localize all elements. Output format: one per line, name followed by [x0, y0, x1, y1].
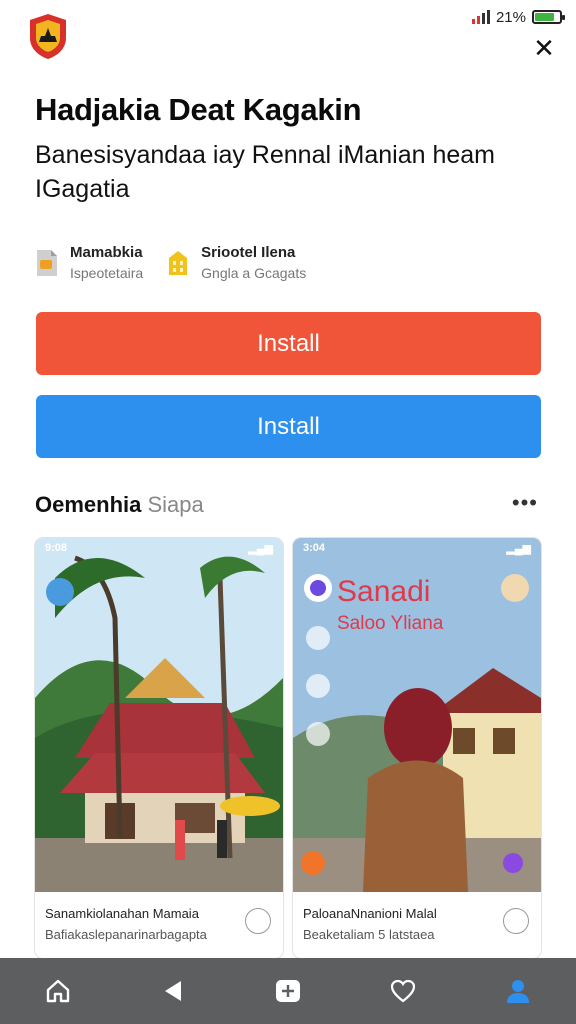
meta-sub: Ispeotetaira: [70, 265, 144, 281]
back-icon: [164, 981, 181, 1001]
section-title: Oemenhia Siapa: [35, 492, 204, 518]
nav-back[interactable]: [153, 971, 193, 1011]
meta-item-developer: Sriootel Ilena Gngla a Gcagats: [165, 244, 306, 281]
nav-home[interactable]: [38, 971, 78, 1011]
card-subtitle: Beaketaliam 5 latstaea: [303, 927, 435, 942]
mini-signal-icon: ▂▄▆: [506, 543, 531, 555]
mini-signal-icon: ▂▄▆: [248, 543, 273, 555]
screenshot-image: 3:04 ▂▄▆ Sanadi Saloo Yliana: [293, 538, 541, 892]
card-subtitle: Bafiakaslepanarinarbagapta: [45, 927, 207, 942]
home-icon: [46, 979, 69, 1003]
chat-icon[interactable]: [245, 908, 271, 934]
close-icon[interactable]: ✕: [530, 34, 558, 62]
app-meta: Mamabkia Ispeotetaira Sriootel Ilena Gng…: [34, 244, 306, 281]
battery-icon: [532, 10, 565, 24]
overlay-title: Sanadi: [337, 575, 431, 608]
signal-icon: [471, 10, 490, 24]
battery-percentage: 21%: [495, 8, 526, 26]
overlay-text: Sanadi Saloo Yliana: [337, 576, 443, 640]
profile-icon: [507, 980, 530, 1003]
nav-profile[interactable]: [498, 971, 538, 1011]
heart-icon: [391, 979, 416, 1003]
mini-status-bar: 3:04 ▂▄▆: [303, 542, 531, 555]
mini-time: 3:04: [303, 542, 326, 554]
mini-time: 9:08: [45, 542, 68, 554]
install-button-secondary[interactable]: Install: [36, 395, 541, 458]
section-title-bold: Oemenhia: [35, 492, 142, 517]
file-icon: [37, 249, 57, 276]
overlay-subtitle: Saloo Yliana: [337, 613, 444, 634]
meta-title: Mamabkia: [70, 244, 143, 261]
heart-outline-icon[interactable]: [503, 908, 529, 934]
bottom-nav: [0, 958, 576, 1024]
meta-item-category: Mamabkia Ispeotetaira: [34, 244, 143, 281]
page-subtitle: Banesisyandaa iay Rennal iManian heam IG…: [35, 141, 496, 203]
add-icon: [275, 980, 300, 1002]
card-title: PaloanaNnanioni Malal: [303, 906, 437, 921]
section-title-light: Siapa: [147, 492, 204, 517]
mini-status-bar: 9:08 ▂▄▆: [45, 542, 273, 555]
install-button-primary[interactable]: Install: [36, 312, 541, 375]
page-title: Hadjakia Deat Kagakin: [35, 92, 362, 127]
meta-title: Sriootel Ilena: [201, 244, 296, 261]
meta-sub: Gngla a Gcagats: [201, 265, 307, 281]
status-bar: 21%: [471, 6, 565, 28]
nav-favorites[interactable]: [383, 971, 423, 1011]
building-icon: [169, 250, 188, 275]
app-logo: [30, 14, 66, 59]
card-title: Sanamkiolanahan Mamaia: [45, 906, 199, 921]
nav-add[interactable]: [268, 971, 308, 1011]
screenshot-card[interactable]: 9:08 ▂▄▆ Sanamkiolanahan Mamaia Bafiakas…: [35, 538, 283, 958]
screenshot-card[interactable]: 3:04 ▂▄▆ Sanadi Saloo Yliana PaloanaNnan…: [293, 538, 541, 958]
more-options-icon[interactable]: •••: [512, 490, 538, 516]
screenshot-image: 9:08 ▂▄▆: [35, 538, 283, 892]
